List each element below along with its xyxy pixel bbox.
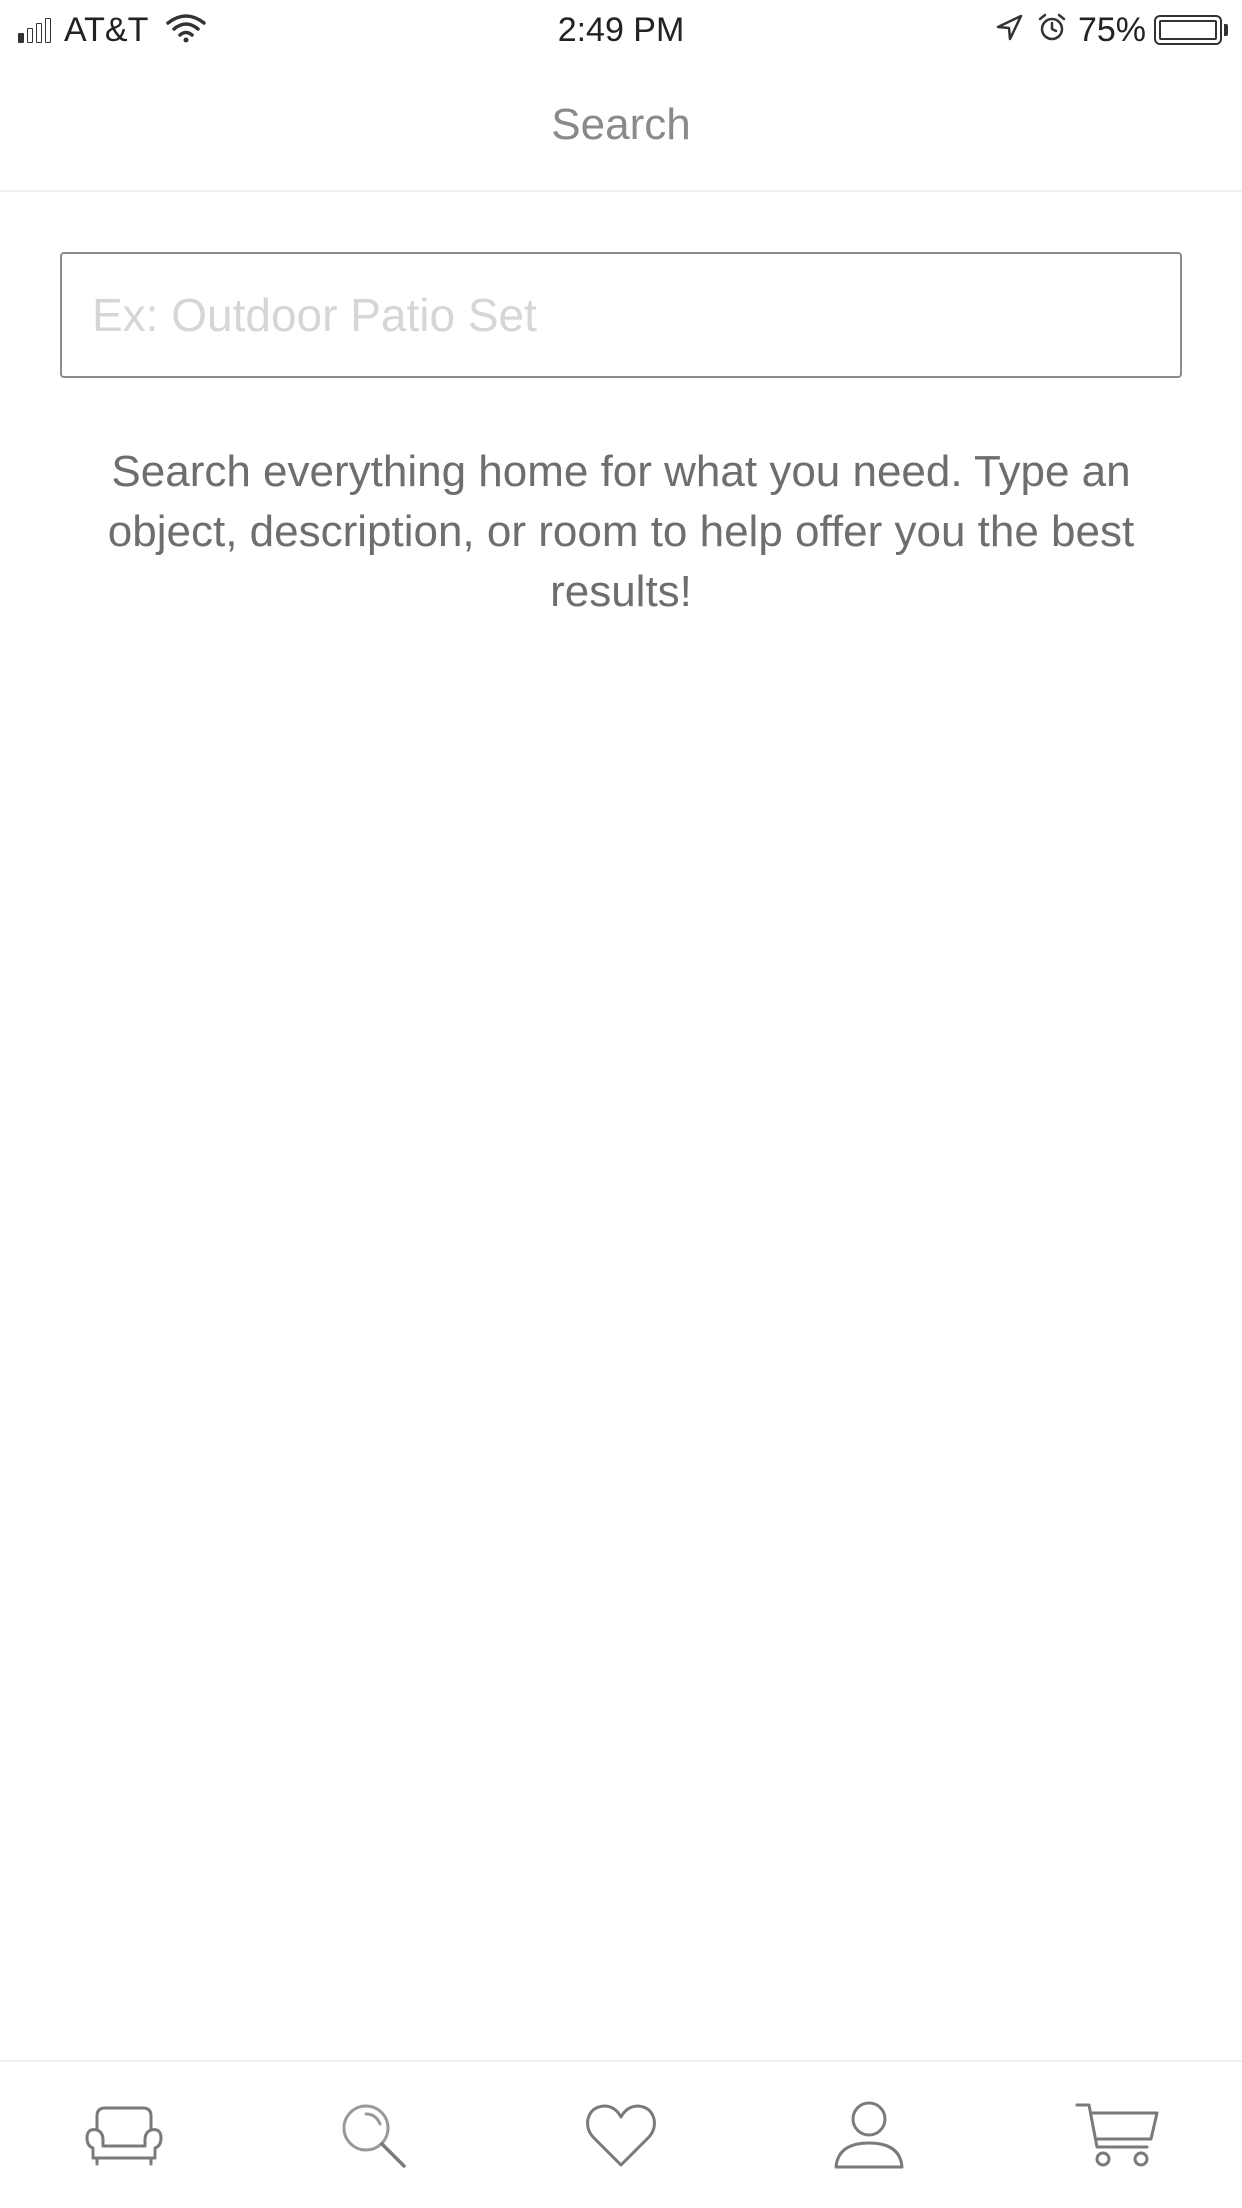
status-bar: AT&T 2:49 PM 75%	[0, 0, 1242, 60]
navigation-header: Search	[0, 60, 1242, 192]
sofa-icon	[83, 2102, 165, 2168]
tab-home[interactable]	[64, 2080, 184, 2190]
search-hint-text: Search everything home for what you need…	[107, 447, 1135, 616]
search-input[interactable]	[60, 252, 1182, 378]
location-arrow-icon	[994, 13, 1024, 48]
battery-icon	[1154, 15, 1222, 45]
tab-account[interactable]	[809, 2080, 929, 2190]
cart-icon	[1075, 2099, 1161, 2171]
status-right: 75%	[994, 8, 1228, 52]
battery-tip	[1224, 24, 1228, 36]
tab-favorites[interactable]	[561, 2080, 681, 2190]
tab-search[interactable]	[313, 2080, 433, 2190]
person-icon	[832, 2099, 906, 2171]
alarm-icon	[1036, 12, 1068, 49]
battery-percent: 75%	[1077, 10, 1146, 49]
search-icon	[336, 2098, 410, 2172]
page-title: Search	[551, 100, 691, 149]
tab-cart[interactable]	[1058, 2080, 1178, 2190]
tab-bar	[0, 2060, 1242, 2208]
heart-icon	[584, 2101, 658, 2169]
